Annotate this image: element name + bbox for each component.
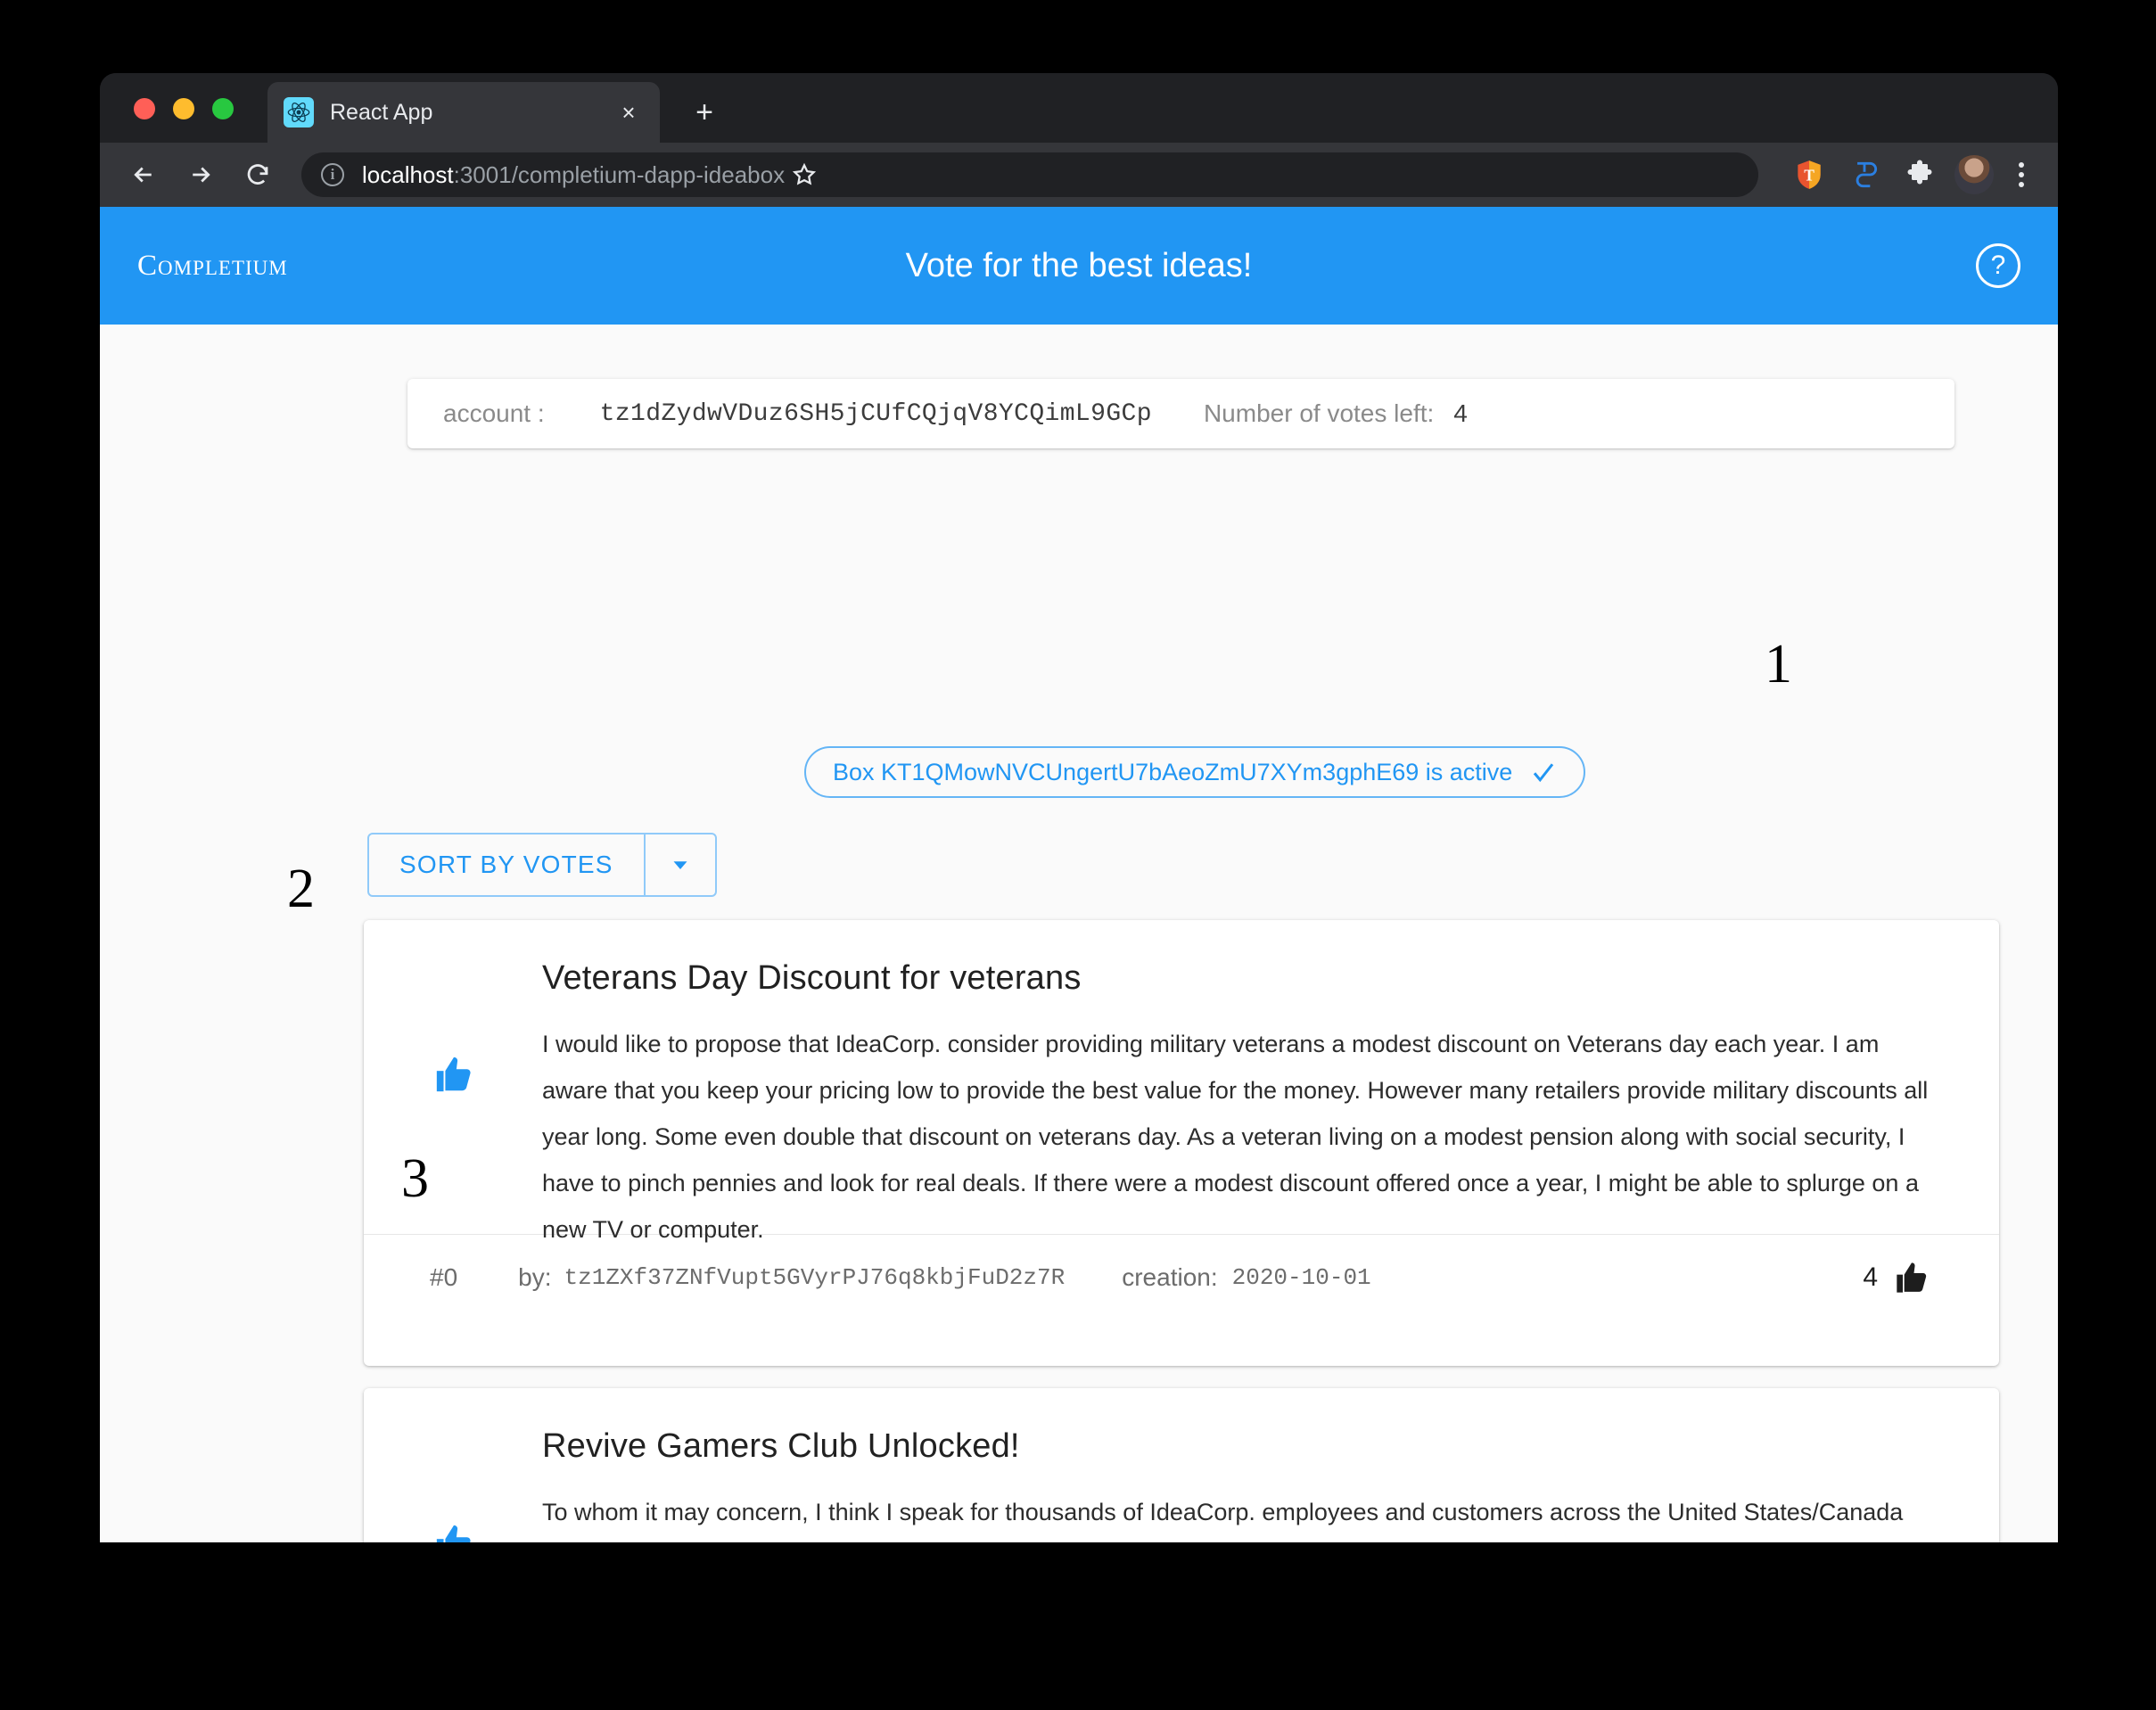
thumbs-up-icon[interactable]	[1894, 1260, 1930, 1295]
browser-tab[interactable]: React App ×	[267, 82, 660, 143]
idea-votes[interactable]: 4	[1863, 1260, 1930, 1295]
account-address: tz1dZydwVDuz6SH5jCUfCQjqV8YCQimL9GCp	[599, 399, 1152, 428]
shield-icon[interactable]: T	[1789, 154, 1830, 195]
idea-index: #0	[430, 1262, 458, 1291]
account-label: account :	[443, 399, 545, 427]
idea-creation-value: 2020-10-01	[1231, 1263, 1371, 1291]
reload-button[interactable]	[235, 152, 280, 197]
idea-card[interactable]: Veterans Day Discount for veterans I wou…	[364, 920, 1999, 1366]
site-info-icon[interactable]: i	[321, 163, 344, 186]
window-controls	[134, 98, 234, 119]
idea-title: Veterans Day Discount for veterans	[542, 959, 1082, 997]
maximize-window-button[interactable]	[212, 98, 234, 119]
check-icon	[1530, 759, 1557, 785]
annotation-1: 1	[1765, 634, 1792, 695]
browser-tab-strip: React App × +	[100, 73, 2058, 143]
annotation-3: 3	[401, 1148, 429, 1209]
sort-by-votes-button[interactable]: SORT BY VOTES	[369, 834, 646, 895]
idea-by-address: tz1ZXf37ZNfVupt5GVyrPJ76q8kbjFuD2z7R	[564, 1263, 1066, 1291]
idea-by-label: by:	[518, 1262, 552, 1291]
idea-creation-label: creation:	[1122, 1262, 1218, 1291]
browser-tab-title: React App	[330, 99, 433, 125]
idea-card-body: Veterans Day Discount for veterans I wou…	[364, 920, 1999, 1243]
react-icon	[284, 97, 314, 127]
box-status-text: Box KT1QMowNVCUngertU7bAeoZmU7XYm3gphE69…	[833, 758, 1513, 785]
bookmark-star-icon[interactable]	[785, 155, 824, 194]
browser-window: React App × + i localhost:3001/completiu…	[100, 73, 2058, 1542]
close-window-button[interactable]	[134, 98, 155, 119]
idea-text: I would like to propose that IdeaCorp. c…	[542, 1031, 1929, 1244]
url-text: localhost:3001/completium-dapp-ideabox	[362, 161, 785, 189]
browser-toolbar: i localhost:3001/completium-dapp-ideabox…	[100, 143, 2058, 207]
page-title: Vote for the best ideas!	[905, 246, 1253, 284]
idea-title: Revive Gamers Club Unlocked!	[542, 1427, 1020, 1465]
address-bar[interactable]: i localhost:3001/completium-dapp-ideabox	[301, 152, 1758, 197]
new-tab-button[interactable]: +	[688, 96, 720, 128]
three-dot-menu-icon[interactable]	[2006, 162, 2037, 187]
box-status-chip[interactable]: Box KT1QMowNVCUngertU7bAeoZmU7XYm3gphE69…	[804, 746, 1586, 798]
idea-text: To whom it may concern, I think I speak …	[542, 1499, 1904, 1525]
account-bar: account : tz1dZydwVDuz6SH5jCUfCQjqV8YCQi…	[407, 379, 1954, 448]
forward-button[interactable]	[178, 152, 223, 197]
chevron-down-icon[interactable]	[646, 834, 715, 895]
thumbs-up-icon[interactable]	[433, 1522, 474, 1542]
url-path: :3001/completium-dapp-ideabox	[453, 160, 786, 188]
votes-left-value: 4	[1453, 399, 1468, 427]
avatar[interactable]	[1954, 155, 1994, 194]
votes-left-label: Number of votes left:	[1203, 399, 1435, 427]
puzzle-extensions-icon[interactable]	[1899, 154, 1940, 195]
thumbs-up-icon[interactable]	[433, 1054, 474, 1095]
app-viewport: Completium Vote for the best ideas! ? ac…	[100, 207, 2058, 1542]
brand-logo: Completium	[137, 249, 288, 282]
minimize-window-button[interactable]	[173, 98, 194, 119]
close-tab-button[interactable]: ×	[613, 97, 644, 127]
idea-votes-count: 4	[1863, 1262, 1878, 1292]
extension-temple-icon[interactable]	[1844, 154, 1885, 195]
help-icon[interactable]: ?	[1976, 243, 2020, 288]
app-header: Completium Vote for the best ideas! ?	[100, 207, 2058, 325]
url-host: localhost	[362, 160, 454, 188]
annotation-2: 2	[287, 859, 315, 919]
svg-text:T: T	[1804, 166, 1814, 184]
idea-card-body: Revive Gamers Club Unlocked! To whom it …	[364, 1388, 1999, 1542]
back-button[interactable]	[121, 152, 166, 197]
sort-control-group: SORT BY VOTES	[367, 833, 717, 897]
idea-card[interactable]: Revive Gamers Club Unlocked! To whom it …	[364, 1388, 1999, 1542]
